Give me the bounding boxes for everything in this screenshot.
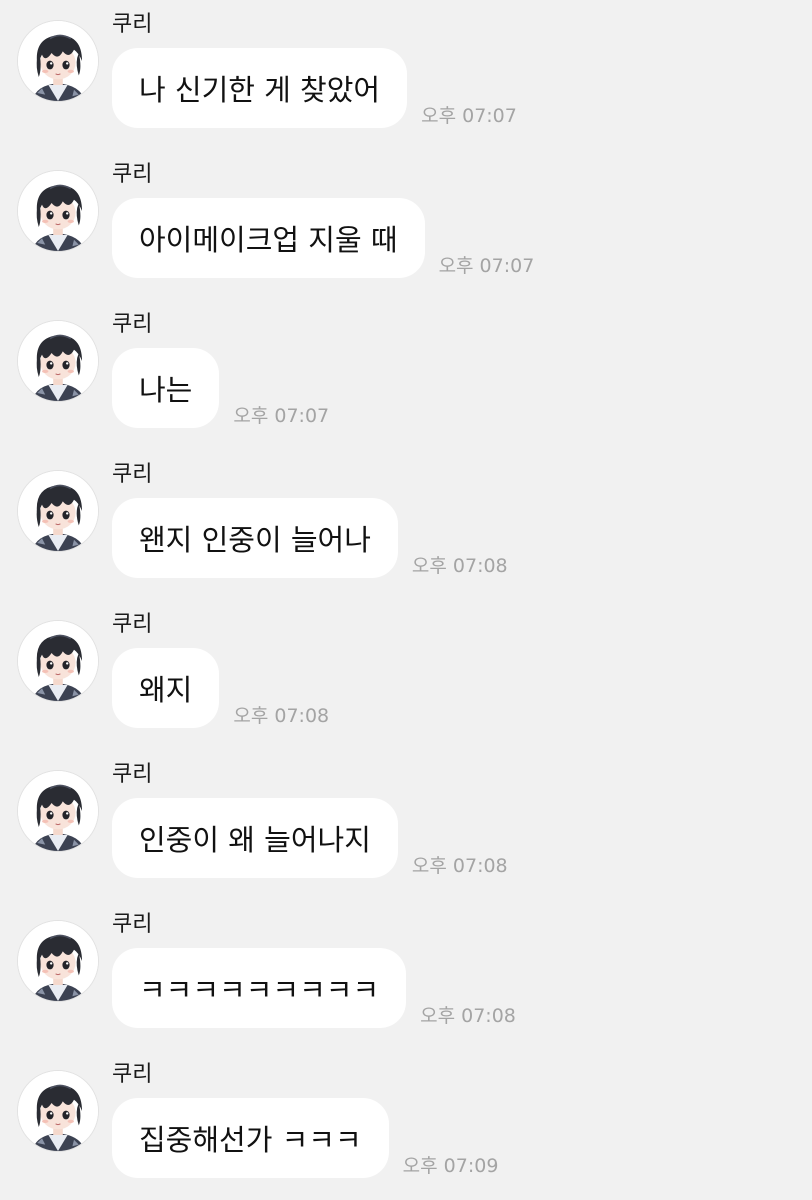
message-bubble[interactable]: 왠지 인중이 늘어나 xyxy=(112,498,398,578)
sender-name: 쿠리 xyxy=(112,462,153,487)
message-item: 쿠리 왜지 오후 07:08 xyxy=(0,600,812,750)
message-item: 쿠리 인중이 왜 늘어나지 오후 07:08 xyxy=(0,750,812,900)
message-timestamp: 오후 07:07 xyxy=(233,405,330,427)
profile-avatar-icon[interactable] xyxy=(17,320,99,402)
sender-name: 쿠리 xyxy=(112,912,153,937)
message-bubble[interactable]: 나 신기한 게 찾았어 xyxy=(112,48,408,128)
message-item: 쿠리 아이메이크업 지울 때 오후 07:07 xyxy=(0,150,812,300)
message-bubble[interactable]: 왜지 xyxy=(112,648,220,728)
profile-avatar-icon[interactable] xyxy=(17,770,99,852)
message-timestamp: 오후 07:08 xyxy=(411,555,508,577)
message-bubble[interactable]: 인중이 왜 늘어나지 xyxy=(112,798,398,878)
sender-name: 쿠리 xyxy=(112,612,153,637)
message-bubble[interactable]: ㅋㅋㅋㅋㅋㅋㅋㅋㅋ xyxy=(112,948,407,1028)
profile-avatar-icon[interactable] xyxy=(17,470,99,552)
message-timestamp: 오후 07:09 xyxy=(402,1155,499,1177)
message-bubble[interactable]: 나는 xyxy=(112,348,220,428)
sender-name: 쿠리 xyxy=(112,12,153,37)
message-timestamp: 오후 07:07 xyxy=(421,105,517,127)
sender-name: 쿠리 xyxy=(112,762,153,787)
sender-name: 쿠리 xyxy=(112,1062,153,1087)
message-bubble[interactable]: 집중해선가 ㅋㅋㅋ xyxy=(112,1098,389,1178)
message-timestamp: 오후 07:07 xyxy=(438,255,535,277)
message-item: 쿠리 왠지 인중이 늘어나 오후 07:08 xyxy=(0,450,812,600)
message-item: 쿠리 집중해선가 ㅋㅋㅋ 오후 07:09 xyxy=(0,1050,812,1200)
profile-avatar-icon[interactable] xyxy=(17,620,99,702)
chat-message-list[interactable]: 쿠리 나 신기한 게 찾았어 오후 07:07 쿠리 아이메이크업 지울 때 오… xyxy=(0,0,812,1200)
profile-avatar-icon[interactable] xyxy=(17,170,99,252)
profile-avatar-icon[interactable] xyxy=(17,920,99,1002)
profile-avatar-icon[interactable] xyxy=(17,1070,99,1152)
sender-name: 쿠리 xyxy=(112,162,153,187)
message-item: 쿠리 ㅋㅋㅋㅋㅋㅋㅋㅋㅋ 오후 07:08 xyxy=(0,900,812,1050)
profile-avatar-icon[interactable] xyxy=(17,20,99,102)
message-item: 쿠리 나 신기한 게 찾았어 오후 07:07 xyxy=(0,0,812,150)
message-timestamp: 오후 07:08 xyxy=(233,705,330,727)
message-item: 쿠리 나는 오후 07:07 xyxy=(0,300,812,450)
sender-name: 쿠리 xyxy=(112,312,153,337)
message-timestamp: 오후 07:08 xyxy=(420,1005,516,1027)
message-bubble[interactable]: 아이메이크업 지울 때 xyxy=(112,198,425,278)
message-timestamp: 오후 07:08 xyxy=(411,855,508,877)
